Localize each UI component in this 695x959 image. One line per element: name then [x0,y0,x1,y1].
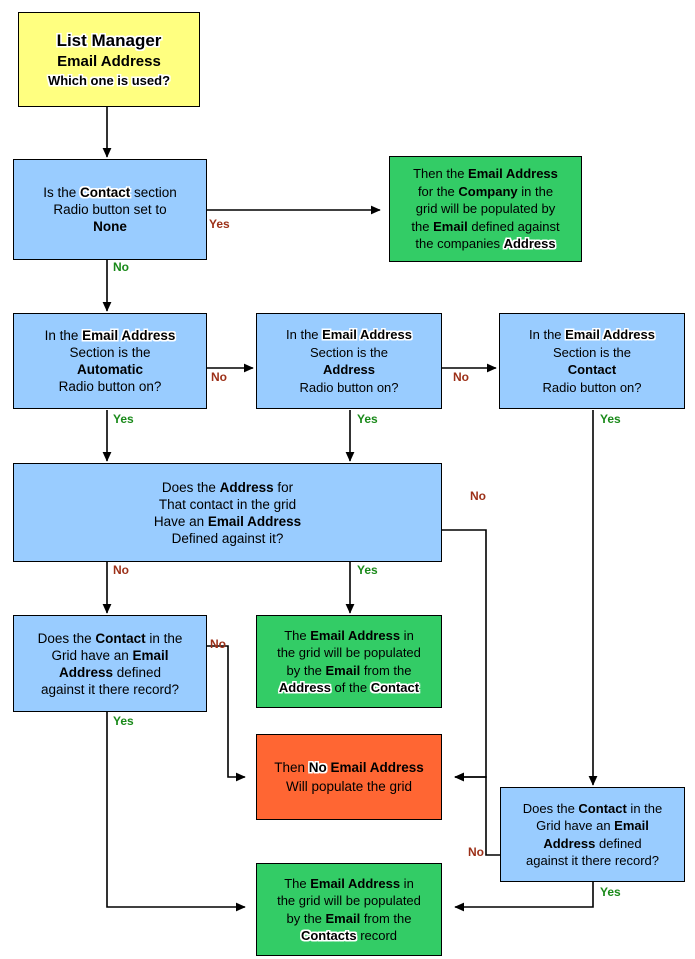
out-address-contact-line2: the grid will be populated [277,645,421,660]
keyword-email-address: Email Address [565,327,655,342]
q-contact-left-line4: against it there record? [40,681,180,697]
node-out-company-address[interactable]: Then the Email Address for the Company i… [389,156,582,262]
q-address-has-email-line2: That contact in the grid [158,496,297,512]
out-no-email-line1: Then No Email Address [274,760,424,775]
edge-label-contact-none-yes: Yes [209,217,230,231]
edge-label-contact-none-no: No [113,260,129,274]
out-address-contact-line4: Address of the Contact [278,680,420,695]
q-contact-line2: Section is the [552,344,632,360]
q-address-has-email-line4: Defined against it? [171,530,284,546]
out-contacts-line3: by the Email from the [286,910,412,926]
node-out-contacts-record[interactable]: The Email Address in the grid will be po… [256,863,442,956]
keyword-email-address: Email Address [322,327,412,342]
q-contact-right-line2: Grid have an Email [536,818,649,833]
edge-contact-left-no [207,645,246,782]
start-subtitle: Email Address [57,52,161,70]
q-address-line1: In the Email Address [286,327,412,342]
start-title: List Manager [56,30,162,50]
edge-label-contact-left-no: No [210,637,226,651]
node-q-contact-has-email-right[interactable]: Does the Contact in the Grid have an Ema… [500,787,685,882]
q-contact-right-line3: Address defined [543,835,642,851]
node-q-contact[interactable]: In the Email Address Section is the Cont… [499,313,685,409]
keyword-contact: Contact [370,680,420,695]
out-company-line3: grid will be populated by [415,201,556,217]
node-q-address[interactable]: In the Email Address Section is the Addr… [256,313,442,409]
q-contact-line4: Radio button on? [542,379,642,395]
start-question: Which one is used? [47,72,171,88]
edge-contact-left-yes [106,712,246,912]
out-company-line5: the companies Address [415,236,556,252]
keyword-email-address: Email Address [82,328,176,343]
q-automatic-line1: In the Email Address [44,328,176,343]
keyword-no: No [308,760,327,775]
q-contact-none-line3: None [93,219,127,234]
out-contacts-line4: Contacts record [300,928,398,943]
out-address-contact-line3: by the Email from the [286,662,412,678]
out-company-line2: for the Company in the [417,183,554,199]
q-address-has-email-line3: Have an Email Address [153,513,302,529]
q-contact-line3: Contact [567,362,617,377]
edge-label-automatic-no: No [211,370,227,384]
q-contact-left-line1: Does the Contact in the [37,630,183,646]
node-q-address-has-email[interactable]: Does the Address for That contact in the… [13,463,442,562]
q-contact-line1: In the Email Address [529,327,655,342]
keyword-contacts: Contacts [300,928,357,943]
node-out-no-email[interactable]: Then No Email Address Will populate the … [256,734,442,820]
edge-label-contact-right-yes: Yes [600,885,621,899]
q-address-line3: Address [322,362,376,377]
q-address-line2: Section is the [309,344,389,360]
q-contact-right-line1: Does the Contact in the [522,800,663,816]
edge-label-contact-right-no: No [468,845,484,859]
keyword-address: Address [278,680,331,695]
edge-label-address-has-email-no-left: No [113,563,129,577]
node-q-contact-none[interactable]: Is the Contact section Radio button set … [13,159,207,260]
edge-label-contact-left-yes: Yes [113,714,134,728]
out-address-contact-line1: The Email Address in [284,627,414,643]
edge-label-automatic-yes: Yes [113,412,134,426]
keyword-address: Address [503,236,556,252]
node-q-contact-has-email-left[interactable]: Does the Contact in the Grid have an Ema… [13,615,207,712]
out-contacts-line1: The Email Address in [284,875,414,891]
keyword-contact: Contact [80,185,131,200]
out-company-line4: the Email defined against [411,218,560,234]
node-out-address-of-contact[interactable]: The Email Address in the grid will be po… [256,615,442,708]
edge-label-address-yes: Yes [357,412,378,426]
q-address-line4: Radio button on? [299,379,399,395]
q-contact-left-line2: Grid have an Email [51,647,169,663]
edge-contact-right-yes [454,882,594,912]
q-contact-left-line3: Address defined [58,664,162,680]
node-start[interactable]: List Manager Email Address Which one is … [18,12,200,107]
edge-label-address-has-email-yes: Yes [357,563,378,577]
q-automatic-line2: Section is the [69,345,151,360]
q-contact-none-line1: Is the Contact section [43,185,177,200]
edge-label-address-has-email-no-right: No [470,489,486,503]
out-no-email-line2: Will populate the grid [285,779,413,794]
q-contact-right-line4: against it there record? [526,853,659,868]
edge-label-contact-yes: Yes [600,412,621,426]
q-automatic-line3: Automatic [76,362,143,377]
edge-contact-right-no [454,772,500,856]
node-q-automatic[interactable]: In the Email Address Section is the Auto… [13,313,207,409]
q-automatic-line4: Radio button on? [58,379,162,394]
edge-label-address-no: No [453,370,469,384]
out-company-line1: Then the Email Address [413,166,558,182]
q-contact-none-line2: Radio button set to [53,202,167,217]
q-address-has-email-line1: Does the Address for [161,479,294,495]
out-contacts-line2: the grid will be populated [277,893,421,908]
edge-address-has-email-no-right [442,529,487,782]
